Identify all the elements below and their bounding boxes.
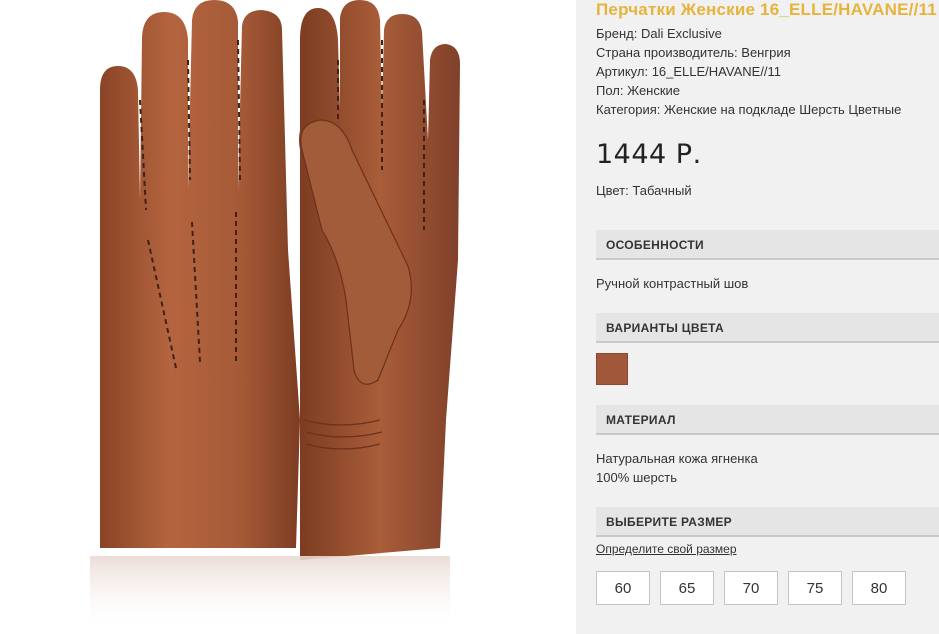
product-title: Перчатки Женские 16_ELLE/HAVANE//11: [596, 0, 937, 19]
color-variants-heading: ВАРИАНТЫ ЦВЕТА: [596, 313, 939, 343]
size-guide-link[interactable]: Определите свой размер: [596, 542, 737, 556]
product-image: [0, 0, 576, 634]
meta-gender: Пол: Женские: [596, 83, 681, 98]
meta-sku: Артикул: 16_ELLE/HAVANE//11: [596, 64, 782, 79]
size-option-80[interactable]: 80: [852, 571, 906, 605]
meta-brand: Бренд: Dali Exclusive: [596, 26, 722, 41]
size-options: 60 65 70 75 80: [596, 571, 906, 605]
product-meta: Бренд: Dali Exclusive Страна производите…: [596, 24, 901, 119]
meta-country: Страна производитель: Венгрия: [596, 45, 791, 60]
size-heading: ВЫБЕРИТЕ РАЗМЕР: [596, 507, 939, 537]
features-heading-label: ОСОБЕННОСТИ: [606, 238, 704, 252]
color-variants-heading-label: ВАРИАНТЫ ЦВЕТА: [606, 321, 724, 335]
product-price: 1444 Р.: [596, 139, 702, 170]
product-color: Цвет: Табачный: [596, 183, 692, 198]
features-heading: ОСОБЕННОСТИ: [596, 230, 939, 260]
size-heading-label: ВЫБЕРИТЕ РАЗМЕР: [606, 515, 732, 529]
material-text: Натуральная кожа ягненка 100% шерсть: [596, 449, 758, 487]
material-line-1: Натуральная кожа ягненка: [596, 451, 758, 466]
features-text: Ручной контрастный шов: [596, 276, 749, 291]
product-details: Перчатки Женские 16_ELLE/HAVANE//11 Брен…: [576, 0, 939, 634]
material-heading-label: МАТЕРИАЛ: [606, 413, 676, 427]
meta-category: Категория: Женские на подкладе Шерсть Цв…: [596, 102, 902, 117]
size-option-70[interactable]: 70: [724, 571, 778, 605]
size-option-60[interactable]: 60: [596, 571, 650, 605]
glove-image: [90, 0, 460, 634]
material-line-2: 100% шерсть: [596, 470, 677, 485]
size-option-75[interactable]: 75: [788, 571, 842, 605]
size-option-65[interactable]: 65: [660, 571, 714, 605]
color-swatch-tobacco[interactable]: [596, 353, 628, 385]
material-heading: МАТЕРИАЛ: [596, 405, 939, 435]
